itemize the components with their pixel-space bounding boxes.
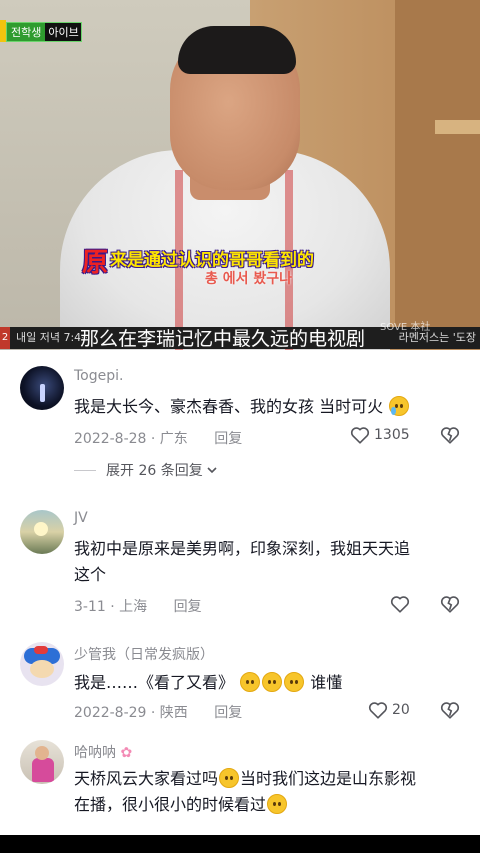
ticker-left-text: 내일 저녁 7:40 bbox=[16, 331, 89, 344]
pleading-face-icon bbox=[284, 672, 305, 692]
comment-text-line: 在播，很小很小的时候看过 bbox=[74, 792, 464, 818]
background-shelf bbox=[435, 120, 480, 134]
pleading-face-icon bbox=[219, 768, 240, 788]
avatar[interactable] bbox=[20, 740, 64, 784]
avatar[interactable] bbox=[20, 510, 64, 554]
comment-date-location: 2022-8-29 · 陕西 bbox=[74, 705, 188, 721]
like-button[interactable]: 20 bbox=[368, 701, 410, 719]
heart-outline-icon bbox=[350, 427, 370, 444]
comment-text: 天桥风云大家看过吗 当时我们这边是山东影视 在播，很小很小的时候看过 bbox=[74, 766, 464, 818]
comment-username[interactable]: JV bbox=[74, 510, 88, 526]
comment-text-prefix: 我是……《看了又看》 bbox=[74, 673, 235, 692]
comment-meta: 3-11 · 上海 回复 bbox=[74, 596, 202, 616]
comment-date-location: 2022-8-28 · 广东 bbox=[74, 431, 188, 447]
comment-meta: 2022-8-28 · 广东 回复 bbox=[74, 428, 242, 448]
background-door-frame bbox=[395, 0, 480, 330]
video-caption: 那么在李瑞记忆中最久远的电视剧 bbox=[80, 328, 366, 350]
comment-text-line: 我初中是原来是美男啊，印象深刻，我姐天天追 bbox=[74, 539, 411, 558]
heart-outline-icon bbox=[390, 596, 410, 613]
pleading-face-icon bbox=[262, 672, 283, 692]
broken-heart-icon bbox=[440, 427, 460, 444]
comment-text-part: 当时我们这边是山东影视 bbox=[240, 769, 417, 788]
show-logo-primary: 전학생 bbox=[7, 23, 46, 41]
comment-text-suffix: 谁懂 bbox=[310, 673, 343, 692]
bottom-bar bbox=[0, 835, 480, 853]
show-logo-secondary: 아이브 bbox=[48, 26, 79, 39]
reply-button[interactable]: 回复 bbox=[214, 705, 242, 721]
broken-heart-icon bbox=[440, 702, 460, 719]
like-count: 20 bbox=[392, 702, 410, 718]
comment-meta: 2022-8-29 · 陕西 回复 bbox=[74, 702, 242, 722]
comment-username-text: 哈呐呐 bbox=[74, 745, 116, 761]
reply-button[interactable]: 回复 bbox=[214, 431, 242, 447]
like-count: 1305 bbox=[374, 427, 410, 443]
reply-button[interactable]: 回复 bbox=[174, 599, 202, 615]
heart-outline-icon bbox=[368, 702, 388, 719]
person-hair bbox=[178, 26, 296, 74]
chevron-down-icon bbox=[207, 467, 217, 474]
comment-text-line: 天桥风云大家看过吗 当时我们这边是山东影视 bbox=[74, 766, 464, 792]
expand-replies-button[interactable]: 展开 26 条回复 bbox=[74, 460, 218, 480]
video-overlay-korean: 총 에서 봤구나 bbox=[205, 271, 293, 287]
comment-text: 我是大长今、豪杰春香、我的女孩 当时可火 bbox=[74, 394, 464, 420]
comment-username[interactable]: 哈呐呐 ✿ bbox=[74, 742, 132, 762]
dislike-button[interactable] bbox=[440, 701, 460, 723]
like-button[interactable]: 1305 bbox=[350, 426, 410, 444]
pleading-face-icon bbox=[267, 794, 288, 814]
show-logo: 전학생 아이브 bbox=[6, 22, 82, 42]
dislike-button[interactable] bbox=[440, 595, 460, 617]
overlay-first-char: 原 bbox=[82, 248, 109, 278]
expand-divider bbox=[74, 469, 96, 471]
avatar[interactable] bbox=[20, 366, 64, 410]
comment-text: 我初中是原来是美男啊，印象深刻，我姐天天追 这个 bbox=[74, 536, 464, 588]
comment-username[interactable]: 少管我（日常发疯版） bbox=[74, 644, 214, 664]
pleading-face-icon bbox=[240, 672, 261, 692]
comment-text-part: 天桥风云大家看过吗 bbox=[74, 769, 219, 788]
ticker-number: 2 bbox=[0, 327, 10, 349]
avatar[interactable] bbox=[20, 642, 64, 686]
comment-text: 我是……《看了又看》 谁懂 bbox=[74, 670, 464, 696]
comment-text-line: 这个 bbox=[74, 565, 107, 584]
broken-heart-icon bbox=[440, 596, 460, 613]
broadcaster-watermark: SOVE 本社 bbox=[380, 322, 431, 333]
comment-date-location: 3-11 · 上海 bbox=[74, 599, 148, 615]
cherry-blossom-icon: ✿ bbox=[120, 745, 133, 761]
expand-replies-label: 展开 26 条回复 bbox=[106, 463, 203, 479]
dislike-button[interactable] bbox=[440, 426, 460, 448]
video-player[interactable]: 전학생 아이브 原来是通过认识的哥哥看到的 총 에서 봤구나 2 내일 저녁 7:… bbox=[0, 0, 480, 350]
crying-face-icon bbox=[389, 396, 410, 416]
comment-username[interactable]: Togepi. bbox=[74, 368, 123, 384]
like-button[interactable] bbox=[390, 595, 414, 613]
comment-text-part: 在播，很小很小的时候看过 bbox=[74, 795, 267, 814]
comment-text-body: 我是大长今、豪杰春香、我的女孩 当时可火 bbox=[74, 397, 384, 416]
